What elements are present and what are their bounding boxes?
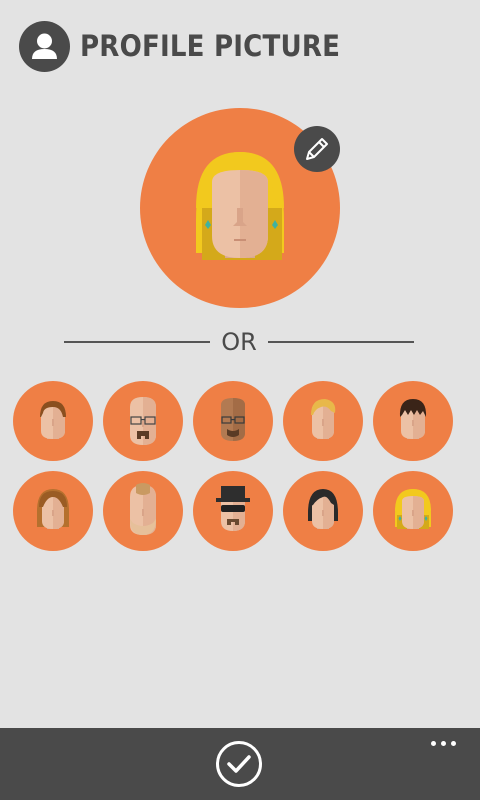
- avatar-option-7[interactable]: [103, 471, 183, 551]
- avatar-option-6[interactable]: [13, 471, 93, 551]
- avatar-brown-long-hair-woman-icon: [37, 489, 69, 529]
- app-bar: [0, 728, 480, 800]
- avatar-bald-glasses-goatee-icon: [130, 397, 156, 445]
- divider-line-right: [268, 341, 414, 343]
- avatar-option-9[interactable]: [283, 471, 363, 551]
- confirm-button[interactable]: [216, 741, 262, 787]
- person-icon: [19, 21, 70, 72]
- avatar-option-5[interactable]: [373, 381, 453, 461]
- edit-avatar-button[interactable]: [294, 126, 340, 172]
- avatar-bald-bearded-man-icon: [130, 483, 156, 535]
- avatar-option-4[interactable]: [283, 381, 363, 461]
- avatar-option-8[interactable]: [193, 471, 273, 551]
- checkmark-icon: [216, 741, 262, 787]
- avatar-blonde-short-hair-icon: [311, 399, 336, 439]
- page-title: PROFILE PICTURE: [80, 29, 341, 63]
- avatar-dark-skin-glasses-icon: [221, 398, 245, 441]
- avatar-brown-hair-man-icon: [40, 401, 66, 439]
- avatar-option-1[interactable]: [13, 381, 93, 461]
- avatar-black-hair-woman-icon: [308, 489, 338, 529]
- avatar-dark-spiky-hair-icon: [399, 399, 427, 439]
- header: PROFILE PICTURE: [0, 0, 480, 92]
- avatar-option-3[interactable]: [193, 381, 273, 461]
- avatar-option-2[interactable]: [103, 381, 183, 461]
- divider-line-left: [64, 341, 210, 343]
- pencil-icon: [306, 138, 328, 160]
- avatar-hat-sunglasses-icon: [216, 486, 250, 531]
- avatar-blonde-woman-icon: [395, 489, 431, 529]
- more-options-icon[interactable]: [426, 732, 462, 752]
- or-label: OR: [221, 328, 257, 356]
- avatar-option-10[interactable]: [373, 471, 453, 551]
